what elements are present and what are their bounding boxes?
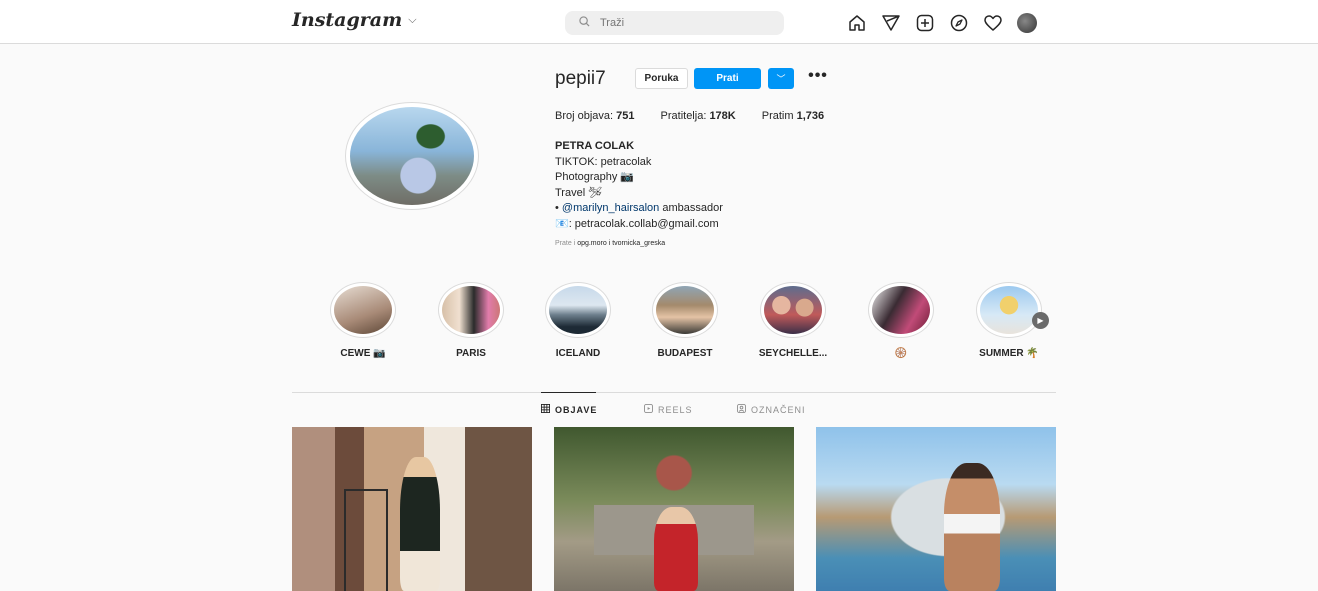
- explore-icon[interactable]: [948, 12, 970, 34]
- highlight-ring[interactable]: [976, 282, 1042, 338]
- more-options-button[interactable]: •••: [807, 66, 829, 86]
- highlight-item[interactable]: PARIS: [426, 282, 516, 359]
- bio-line: Photography 📷: [555, 171, 635, 184]
- post-person: [400, 457, 440, 591]
- profile-picture[interactable]: [345, 102, 479, 210]
- highlight-cover: [549, 286, 607, 334]
- highlights-next-button[interactable]: ▶: [1032, 312, 1049, 329]
- message-button[interactable]: Poruka: [635, 68, 688, 89]
- post-frame: [344, 489, 388, 591]
- highlight-item[interactable]: BUDAPEST: [640, 282, 730, 359]
- bio-bullet: •: [555, 202, 562, 215]
- grid-icon: [541, 404, 550, 415]
- post-thumbnail[interactable]: [816, 427, 1056, 591]
- bio-email: 📧: petracolak.collab@gmail.com: [555, 217, 719, 230]
- followed-by-users[interactable]: opg.moro i tvornicka_greska: [577, 240, 665, 247]
- following-value[interactable]: 1,736: [797, 110, 825, 122]
- profile-bio: PETRA COLAK TIKTOK: petracolak Photograp…: [555, 139, 723, 233]
- highlight-label: PARIS: [456, 348, 486, 359]
- profile-avatar[interactable]: [1016, 12, 1038, 34]
- profile-username: pepii7: [555, 68, 606, 89]
- highlight-cover: [764, 286, 822, 334]
- tab-label: REELS: [658, 404, 693, 415]
- direct-icon[interactable]: [880, 12, 902, 34]
- bio-line: Travel 🛩: [555, 186, 603, 199]
- search-box[interactable]: [565, 11, 784, 35]
- mention-link[interactable]: @marilyn_hairsalon: [562, 202, 659, 214]
- more-icon: •••: [808, 67, 828, 84]
- tab-reels[interactable]: REELS: [644, 404, 693, 415]
- post-thumbnail[interactable]: [292, 427, 532, 591]
- followed-by[interactable]: Prate i opg.moro i tvornicka_greska: [555, 240, 665, 247]
- highlight-label: BUDAPEST: [657, 348, 713, 359]
- followed-by-prefix: Prate i: [555, 240, 578, 247]
- tab-tagged[interactable]: OZNAČENI: [737, 404, 806, 415]
- tab-label: OZNAČENI: [751, 404, 806, 415]
- highlight-cover: [872, 286, 930, 334]
- highlight-ring[interactable]: [652, 282, 718, 338]
- tab-posts[interactable]: OBJAVE: [541, 404, 597, 415]
- highlight-cover: [442, 286, 500, 334]
- post-thumbnail[interactable]: [554, 427, 794, 591]
- chevron-down-icon[interactable]: ⌵: [408, 13, 416, 27]
- instagram-logo[interactable]: Instagram ⌵: [292, 9, 417, 31]
- tagged-icon: [737, 404, 746, 415]
- following-count[interactable]: Pratim 1,736: [762, 110, 824, 122]
- activity-icon[interactable]: [982, 12, 1004, 34]
- bio-text: ambassador: [659, 202, 723, 215]
- highlight-label: CEWE 📷: [340, 348, 386, 359]
- highlight-ring[interactable]: [330, 282, 396, 338]
- tab-label: OBJAVE: [555, 404, 598, 415]
- home-icon[interactable]: [846, 12, 868, 34]
- highlight-cover: [656, 286, 714, 334]
- highlight-ring[interactable]: [438, 282, 504, 338]
- profile-photo: [350, 107, 474, 205]
- highlight-label: ICELAND: [555, 348, 601, 359]
- search-icon: [579, 14, 590, 32]
- highlight-item[interactable]: CEWE 📷: [318, 282, 408, 359]
- active-tab-indicator: [541, 392, 596, 393]
- followers-count[interactable]: Pratitelja: 178K: [661, 110, 736, 122]
- highlight-cover: [980, 286, 1038, 334]
- post-person: [944, 463, 1000, 591]
- new-post-icon[interactable]: [914, 12, 936, 34]
- highlight-ring[interactable]: [760, 282, 826, 338]
- tabs-divider: [292, 392, 1056, 393]
- post-person: [654, 507, 698, 591]
- chevron-down-icon: ﹀: [776, 74, 786, 84]
- highlight-item[interactable]: ICELAND: [533, 282, 623, 359]
- followers-value[interactable]: 178K: [709, 110, 735, 122]
- suggested-dropdown-button[interactable]: ﹀: [768, 68, 794, 89]
- highlight-ring[interactable]: [868, 282, 934, 338]
- highlight-ring[interactable]: [545, 282, 611, 338]
- following-label[interactable]: Pratim: [762, 110, 794, 122]
- follow-button[interactable]: Prati: [694, 68, 761, 89]
- reels-icon: [644, 404, 653, 415]
- profile-stats: Broj objava: 751 Pratitelja: 178K Pratim…: [555, 110, 824, 122]
- bio-line: • @marilyn_hairsalon ambassador: [555, 201, 723, 217]
- highlight-item[interactable]: 🛞: [856, 282, 946, 359]
- highlight-label: 🛞: [894, 348, 908, 359]
- highlight-label: SUMMER 🌴: [979, 348, 1039, 359]
- bio-line: TIKTOK: petracolak: [555, 155, 652, 168]
- chevron-right-icon: ▶: [1037, 316, 1044, 325]
- followers-label[interactable]: Pratitelja:: [661, 110, 707, 122]
- highlight-label: SEYCHELLE...: [758, 348, 828, 359]
- top-navigation: Instagram ⌵: [0, 0, 1318, 44]
- posts-value: 751: [616, 110, 635, 122]
- highlight-item[interactable]: SEYCHELLE...: [748, 282, 838, 359]
- profile-full-name: PETRA COLAK: [555, 140, 635, 152]
- logo-text[interactable]: Instagram: [292, 9, 402, 31]
- search-input[interactable]: [598, 16, 762, 30]
- highlight-cover: [334, 286, 392, 334]
- nav-icons: [846, 12, 1038, 34]
- posts-count: Broj objava: 751: [555, 110, 635, 122]
- posts-label: Broj objava:: [555, 110, 614, 122]
